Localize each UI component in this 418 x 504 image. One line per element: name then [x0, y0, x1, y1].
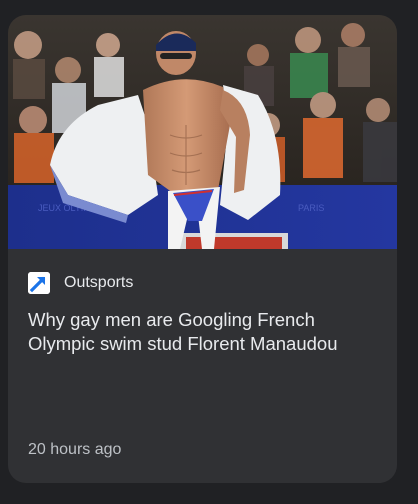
article-image[interactable]: JEUX OLYMPIQUES PARIS: [8, 15, 397, 249]
article-headline[interactable]: Why gay men are Googling French Olympic …: [28, 308, 378, 356]
source-row[interactable]: Outsports: [28, 271, 133, 295]
outsports-logo-icon: [28, 272, 50, 294]
source-name: Outsports: [64, 274, 134, 291]
news-card[interactable]: JEUX OLYMPIQUES PARIS: [8, 15, 397, 483]
svg-text:PARIS: PARIS: [298, 203, 324, 213]
article-timestamp: 20 hours ago: [28, 441, 122, 458]
swimmer-photo: JEUX OLYMPIQUES PARIS: [8, 15, 397, 249]
